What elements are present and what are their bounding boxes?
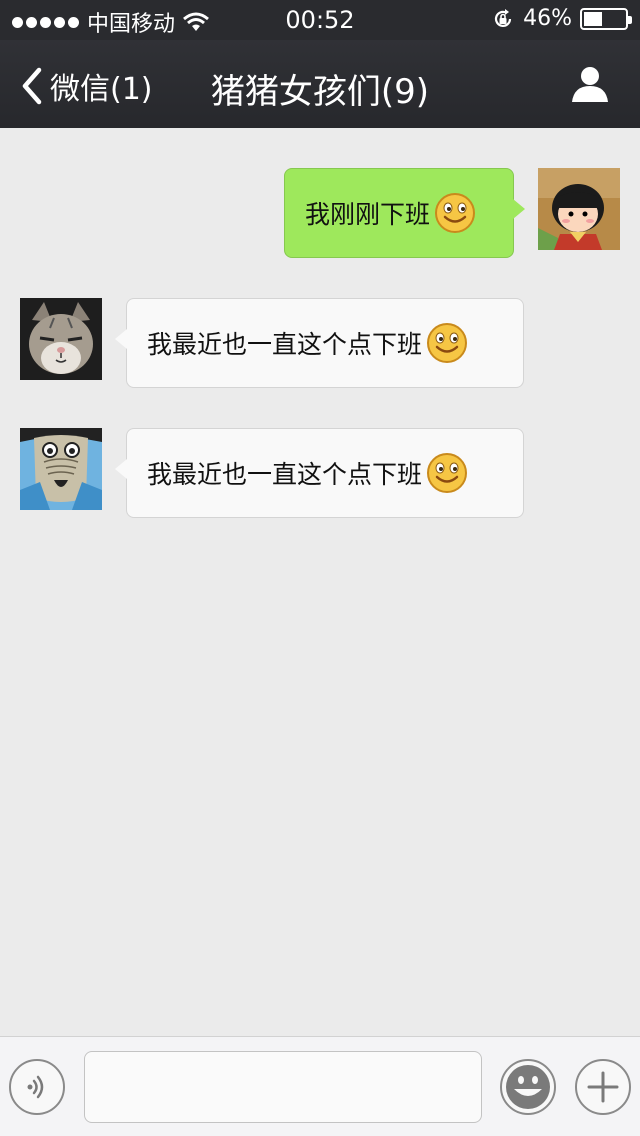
status-bar: 中国移动 00:52 46% xyxy=(0,0,640,40)
emoji-icon xyxy=(506,1065,550,1109)
voice-icon xyxy=(27,1075,44,1099)
voice-button[interactable] xyxy=(9,1059,65,1115)
message-input[interactable] xyxy=(84,1051,482,1123)
rotation-lock-icon xyxy=(495,8,512,27)
back-button[interactable]: 微信(1) xyxy=(20,64,153,108)
input-bar xyxy=(0,1036,640,1136)
person-icon[interactable] xyxy=(570,64,610,104)
smiley-emoji xyxy=(426,452,468,494)
message-bubble[interactable]: 我刚刚下班 xyxy=(284,168,525,258)
cat-avatar[interactable] xyxy=(20,298,102,380)
cartoon-face-avatar[interactable] xyxy=(20,428,102,510)
message-text: 我最近也一直这个点下班 xyxy=(147,330,423,359)
battery-percent: 46% xyxy=(523,6,572,31)
smiley-emoji xyxy=(434,192,476,234)
message-text: 我最近也一直这个点下班 xyxy=(147,460,423,489)
message-text: 我刚刚下班 xyxy=(305,200,431,229)
smiley-emoji xyxy=(426,322,468,364)
battery-icon xyxy=(580,7,632,30)
message-bubble[interactable]: 我最近也一直这个点下班 xyxy=(115,428,524,518)
nav-bar: 微信(1) 猪猪女孩们(9) xyxy=(0,40,640,128)
message-bubble[interactable]: 我最近也一直这个点下班 xyxy=(115,298,524,388)
plus-icon xyxy=(587,1071,619,1103)
chevron-left-icon xyxy=(22,67,42,105)
back-label: 微信(1) xyxy=(50,72,153,107)
more-button[interactable] xyxy=(575,1059,631,1115)
cartoon-girl-avatar[interactable] xyxy=(538,168,620,250)
emoji-button[interactable] xyxy=(500,1059,556,1115)
